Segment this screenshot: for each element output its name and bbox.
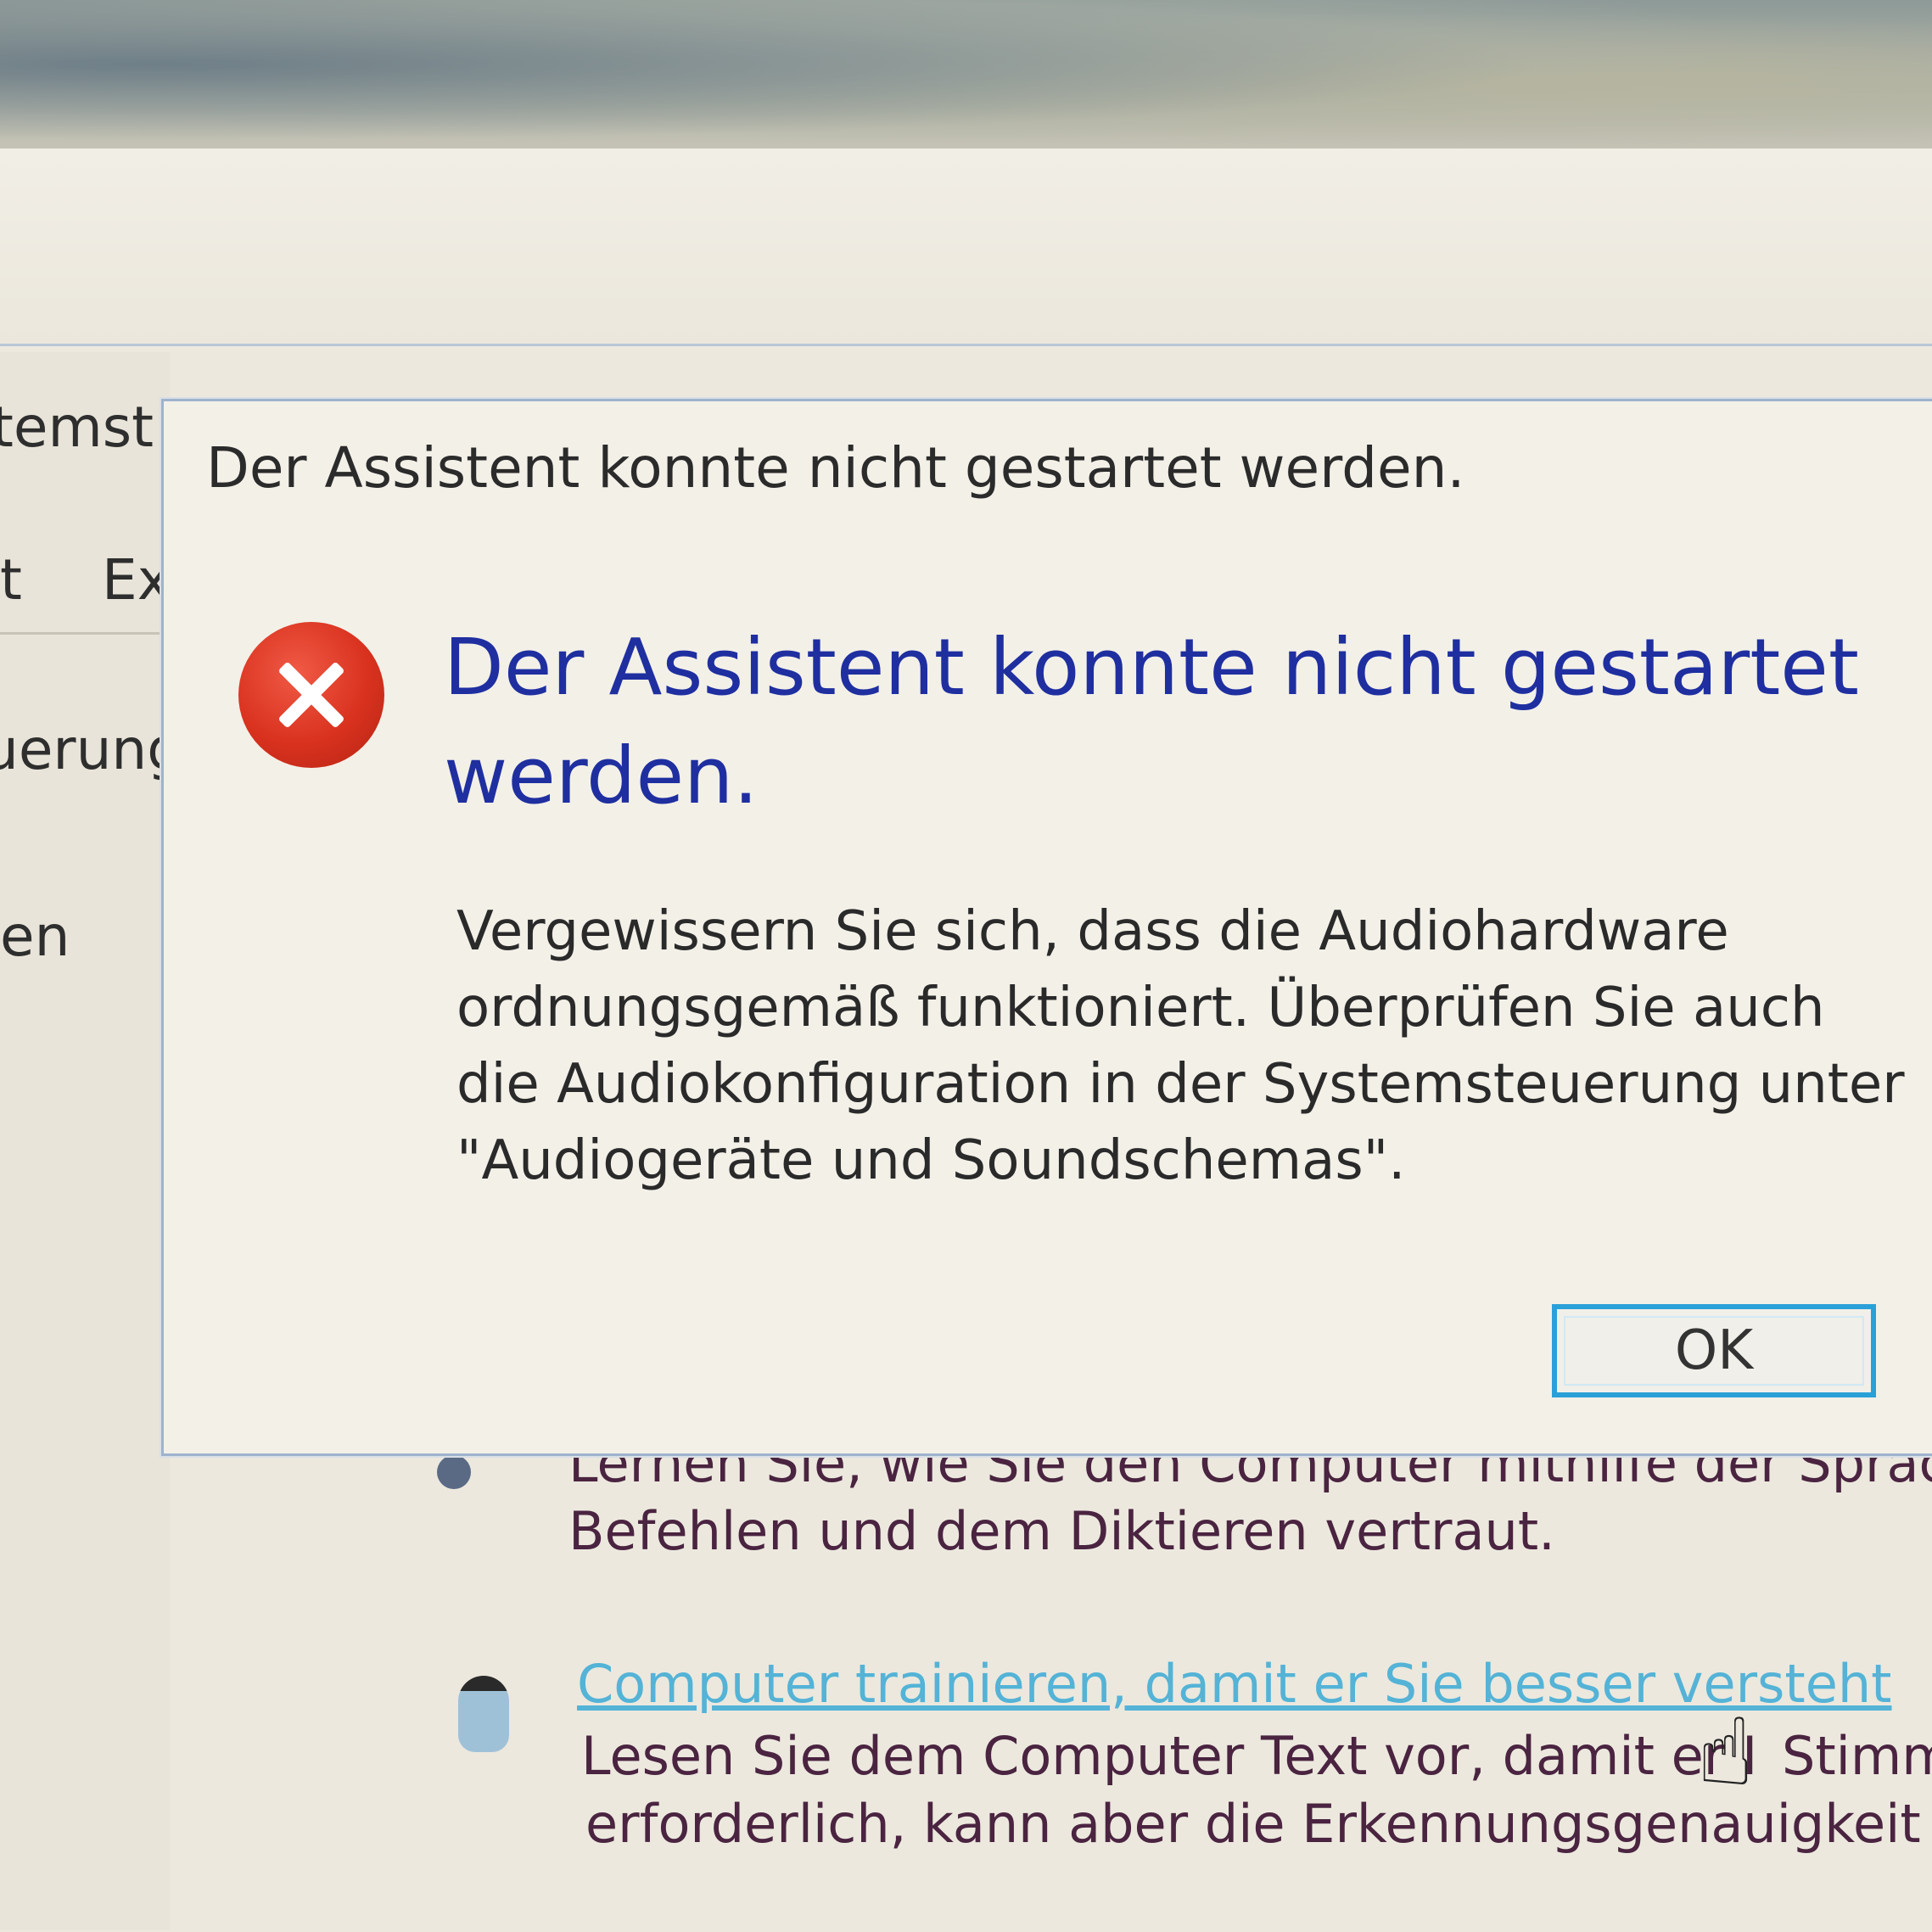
item-2-description-line-1: Lesen Sie dem Computer Text vor, damit e… [581,1725,1758,1787]
item-2-description-line-1-end: Stimm [1782,1725,1932,1787]
desktop-wallpaper [0,0,1932,161]
sidebar-fragment-title: temst [0,395,154,460]
speech-tutorial-icon [437,1455,471,1489]
ok-button-focus-ring [1564,1316,1864,1386]
ok-button[interactable]: OK [1552,1304,1876,1397]
error-icon [238,622,384,768]
sidebar-link-fragment[interactable]: uerung [0,717,182,782]
menu-divider [0,632,170,635]
menu-item-fragment[interactable]: t [0,547,22,613]
hand-pointer-cursor-icon: ☝ [1697,1698,1754,1806]
train-computer-link[interactable]: Computer trainieren, damit er Sie besser… [577,1650,1892,1718]
dialog-content: Vergewissern Sie sich, dass die Audiohar… [456,900,1905,1192]
item-1-description-line-2: Befehlen und dem Diktieren vertraut. [568,1500,1555,1562]
window-header [0,148,1932,346]
main-instruction: Der Assistent konnte nicht gestartet wer… [444,622,1859,821]
sidebar-link-fragment-2[interactable]: en [0,904,70,969]
dialog-title: Der Assistent konnte nicht gestartet wer… [206,435,1465,501]
error-dialog: Der Assistent konnte nicht gestartet wer… [161,399,1932,1456]
train-computer-icon [458,1676,509,1752]
